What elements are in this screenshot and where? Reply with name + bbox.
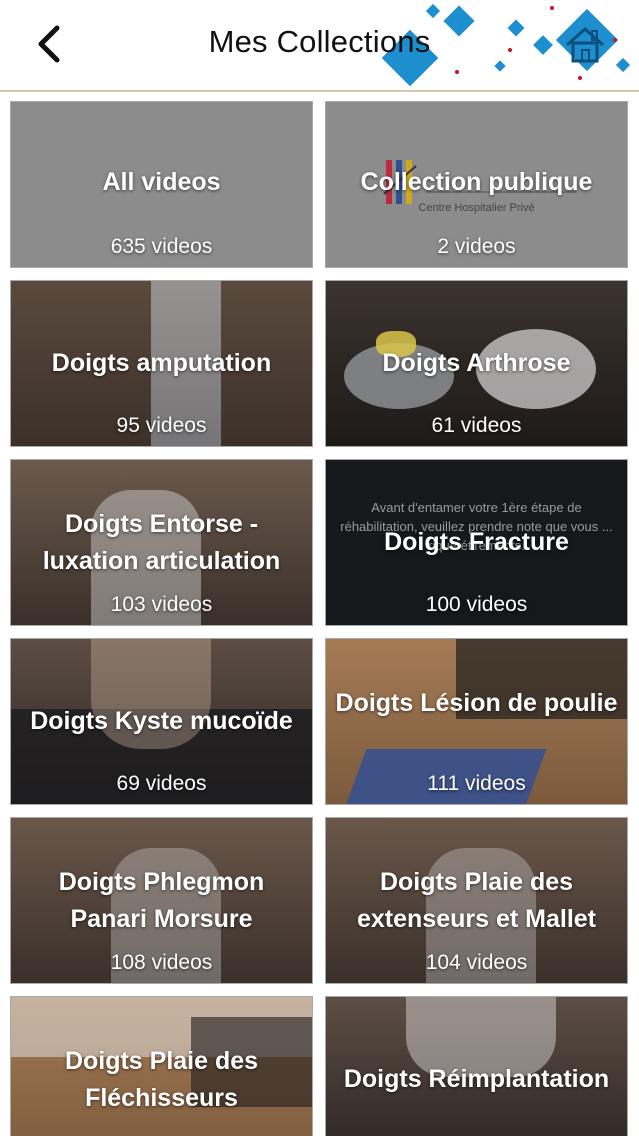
collection-count: 69 videos (116, 772, 207, 795)
collection-title: Doigts Entorse - luxation articulation (42, 510, 281, 575)
hospital-logo-text: Centre Hospitalier Privé (418, 202, 535, 214)
collection-count: 2 videos (437, 235, 516, 258)
collections-grid: All videos 635 videos Centre Hospitalier… (0, 92, 639, 1136)
collection-tile-doigts-entorse[interactable]: Doigts Entorse - luxation articulation 1… (10, 459, 313, 626)
page-title: Mes Collections (208, 24, 431, 59)
collection-count: 104 videos (425, 951, 528, 974)
collection-title: Doigts Plaie des Fléchisseurs (64, 1047, 259, 1112)
home-icon (566, 27, 604, 63)
collection-count: 61 videos (431, 414, 522, 437)
collection-title: Doigts Phlegmon Panari Morsure (58, 868, 265, 933)
collection-tile-doigts-reimplantation[interactable]: Doigts Réimplantation (325, 996, 628, 1136)
collection-count: 103 videos (110, 593, 213, 616)
collection-count: 635 videos (110, 235, 213, 258)
collection-tile-doigts-arthrose[interactable]: Doigts Arthrose 61 videos (325, 280, 628, 447)
collection-title: Doigts Fracture (384, 528, 569, 556)
collection-title: Doigts Lésion de poulie (335, 689, 618, 717)
collection-title: Doigts Kyste mucoïde (30, 707, 293, 735)
collection-count: 111 videos (427, 772, 526, 795)
collection-tile-doigts-amputation[interactable]: Doigts amputation 95 videos (10, 280, 313, 447)
collection-title: Doigts Réimplantation (343, 1065, 610, 1093)
collection-tile-collection-publique[interactable]: Centre Hospitalier Privé Collection publ… (325, 101, 628, 268)
collection-title: Doigts Plaie des extenseurs et Mallet (357, 868, 596, 933)
collection-tile-doigts-plaie-extenseurs[interactable]: Doigts Plaie des extenseurs et Mallet 10… (325, 817, 628, 984)
collection-title: Collection publique (360, 168, 593, 196)
header-bar: Mes Collections (0, 0, 639, 92)
collection-tile-doigts-phlegmon[interactable]: Doigts Phlegmon Panari Morsure 108 video… (10, 817, 313, 984)
collection-title: All videos (102, 168, 221, 196)
collection-count: 95 videos (116, 414, 207, 437)
collection-tile-all-videos[interactable]: All videos 635 videos (10, 101, 313, 268)
collection-tile-doigts-plaie-flechisseurs[interactable]: Doigts Plaie des Fléchisseurs (10, 996, 313, 1136)
collection-tile-doigts-fracture[interactable]: Avant d'entamer votre 1ère étape de réha… (325, 459, 628, 626)
collection-tile-doigts-kyste-mucoide[interactable]: Doigts Kyste mucoïde 69 videos (10, 638, 313, 805)
collection-count: 100 videos (425, 593, 528, 616)
collection-tile-doigts-lesion-de-poulie[interactable]: Doigts Lésion de poulie 111 videos (325, 638, 628, 805)
collection-title: Doigts amputation (51, 349, 272, 377)
collection-title: Doigts Arthrose (382, 349, 571, 377)
home-button[interactable] (560, 20, 610, 70)
collection-count: 108 videos (110, 951, 213, 974)
